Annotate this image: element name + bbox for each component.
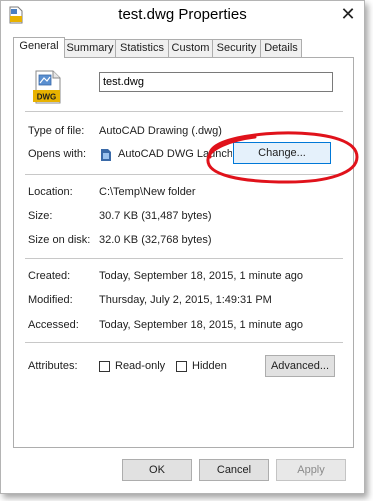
type-of-file-label: Type of file: xyxy=(28,125,85,137)
autocad-launcher-icon xyxy=(101,149,111,161)
modified-label: Modified: xyxy=(28,294,73,306)
title-bar: test.dwg Properties ✕ xyxy=(1,1,364,32)
read-only-checkbox[interactable] xyxy=(99,361,110,372)
tab-security[interactable]: Security xyxy=(212,39,261,57)
properties-window: test.dwg Properties ✕ General Summary St… xyxy=(0,0,365,494)
accessed-label: Accessed: xyxy=(28,319,79,331)
opens-with-label: Opens with: xyxy=(28,148,87,160)
location-value: C:\Temp\New folder xyxy=(99,186,196,198)
modified-value: Thursday, July 2, 2015, 1:49:31 PM xyxy=(99,294,272,306)
size-on-disk-label: Size on disk: xyxy=(28,234,91,246)
read-only-label[interactable]: Read-only xyxy=(115,360,165,372)
separator xyxy=(25,174,343,175)
hidden-checkbox[interactable] xyxy=(176,361,187,372)
separator xyxy=(25,111,343,112)
accessed-value: Today, September 18, 2015, 1 minute ago xyxy=(99,319,304,331)
opens-with-value: AutoCAD DWG Launcher xyxy=(118,148,232,160)
ok-button[interactable]: OK xyxy=(122,459,192,481)
tab-strip: General Summary Statistics Custom Securi… xyxy=(13,37,355,59)
created-value: Today, September 18, 2015, 1 minute ago xyxy=(99,270,304,282)
dwg-icon-label: DWG xyxy=(37,93,57,102)
separator xyxy=(25,258,343,259)
tab-details[interactable]: Details xyxy=(260,39,302,57)
general-tab-panel: DWG Type of file: AutoCAD Drawing (.dwg)… xyxy=(13,57,354,448)
cancel-button[interactable]: Cancel xyxy=(199,459,269,481)
type-of-file-value: AutoCAD Drawing (.dwg) xyxy=(99,125,222,137)
tab-summary[interactable]: Summary xyxy=(64,39,116,57)
window-title: test.dwg Properties xyxy=(118,6,247,23)
file-name-input[interactable] xyxy=(99,72,333,92)
created-label: Created: xyxy=(28,270,71,282)
location-label: Location: xyxy=(28,186,73,198)
size-on-disk-value: 32.0 KB (32,768 bytes) xyxy=(99,234,212,246)
size-label: Size: xyxy=(28,210,53,222)
apply-button[interactable]: Apply xyxy=(276,459,346,481)
tab-custom[interactable]: Custom xyxy=(168,39,213,57)
advanced-button[interactable]: Advanced... xyxy=(265,355,335,377)
size-value: 30.7 KB (31,487 bytes) xyxy=(99,210,212,222)
tab-general[interactable]: General xyxy=(13,37,65,58)
hidden-label[interactable]: Hidden xyxy=(192,360,227,372)
separator xyxy=(25,342,343,343)
tab-statistics[interactable]: Statistics xyxy=(115,39,169,57)
dwg-file-icon: DWG xyxy=(33,70,61,104)
close-button[interactable]: ✕ xyxy=(338,5,358,25)
attributes-label: Attributes: xyxy=(28,360,78,372)
change-button[interactable]: Change... xyxy=(233,142,331,164)
